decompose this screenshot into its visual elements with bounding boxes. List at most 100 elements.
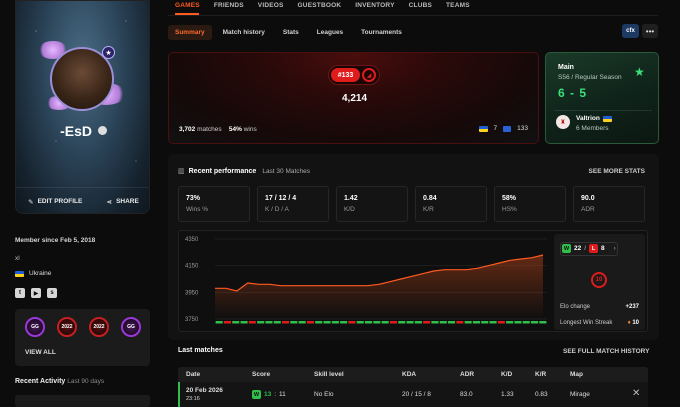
badge-gg-icon[interactable]: GG — [121, 317, 141, 337]
result-win-mark — [539, 321, 547, 324]
badge-2022-icon[interactable]: 2022 — [89, 317, 109, 337]
loss-icon: L — [589, 244, 599, 253]
nav-guestbook[interactable]: GUESTBOOK — [298, 2, 342, 9]
nav-clubs[interactable]: CLUBS — [409, 2, 432, 9]
team-score: 6 - 5 — [558, 86, 588, 100]
result-win-mark — [514, 321, 522, 324]
result-loss-mark — [389, 321, 397, 324]
result-win-mark — [481, 321, 489, 324]
result-win-mark — [290, 321, 298, 324]
result-loss-mark — [456, 321, 464, 324]
last-matches-title: Last matches — [178, 347, 223, 354]
skill-level-icon: ◢ — [362, 68, 376, 82]
column-kd: K/D — [501, 371, 513, 378]
youtube-icon[interactable]: ▶ — [31, 288, 41, 298]
ukraine-flag-icon — [15, 270, 24, 277]
result-win-mark — [340, 321, 348, 324]
elo-rank: #133 — [331, 68, 360, 82]
nav-teams[interactable]: TEAMS — [446, 2, 470, 9]
elo-change-label: Elo change — [560, 304, 591, 310]
elo-stats: 3,702 matches 54% wins — [179, 126, 257, 133]
column-adr: ADR — [460, 371, 475, 378]
result-loss-mark — [306, 321, 314, 324]
nav-inventory[interactable]: INVENTORY — [355, 2, 394, 9]
match-skill: No Elo — [314, 391, 334, 398]
tab-match-history[interactable]: Match history — [216, 25, 272, 40]
see-full-history-link[interactable]: SEE FULL MATCH HISTORY — [563, 348, 649, 355]
result-win-mark — [398, 321, 406, 324]
nickname-text: -EsD — [60, 123, 92, 139]
pencil-icon: ✎ — [28, 198, 34, 206]
result-win-mark — [232, 321, 240, 324]
streak-label: Longest Win Streak — [560, 320, 613, 326]
view-all-badges-link[interactable]: VIEW ALL — [25, 349, 56, 356]
win-icon: W — [252, 390, 261, 399]
stat-wins-pct: 73% Wins % — [178, 186, 250, 222]
nav-friends[interactable]: FRIENDS — [214, 2, 244, 9]
see-more-stats-link[interactable]: SEE MORE STATS — [589, 168, 645, 175]
nav-games[interactable]: GAMES — [175, 2, 200, 9]
result-win-mark — [464, 321, 472, 324]
nav-videos[interactable]: VIDEOS — [258, 2, 284, 9]
match-map: Mirage — [570, 391, 590, 398]
tab-stats[interactable]: Stats — [276, 25, 306, 40]
nav-divider — [168, 15, 658, 16]
result-loss-mark — [348, 321, 356, 324]
stat-kda: 17 / 12 / 4 K / D / A — [257, 186, 329, 222]
badge-2022-icon[interactable]: 2022 — [57, 317, 77, 337]
result-win-mark — [356, 321, 364, 324]
wins-count: 22 — [574, 245, 582, 252]
result-win-mark — [331, 321, 339, 324]
badge-gg-icon[interactable]: GG — [25, 317, 45, 337]
elo-rank-pill: #133 ◢ — [328, 65, 380, 85]
more-options-button[interactable]: ••• — [642, 24, 658, 38]
chart-summary: W 22 / L 8 › 10 Elo change +237 Longest … — [554, 234, 645, 330]
profile-card: ★ -EsD ✎ EDIT PROFILE ⋖ SHARE — [15, 0, 150, 214]
streak-value: ♦ 10 — [627, 320, 639, 326]
edit-profile-button[interactable]: ✎ EDIT PROFILE — [28, 198, 82, 206]
tab-tournaments[interactable]: Tournaments — [354, 25, 409, 40]
team-card[interactable]: Main S56 / Regular Season 6 - 5 ★ ♜ Valt… — [545, 52, 659, 144]
country-rank: 7 — [493, 125, 498, 132]
team-logo-icon: ♜ — [556, 115, 570, 129]
twitch-icon[interactable]: t — [15, 288, 25, 298]
team-card-divider — [554, 110, 652, 111]
verified-icon — [97, 126, 107, 135]
bar-chart-icon: ▥ — [178, 168, 185, 175]
win-icon: W — [562, 244, 571, 253]
result-win-mark — [373, 321, 381, 324]
result-win-mark — [257, 321, 265, 324]
recent-performance-title: ▥ Recent performance Last 30 Matches — [178, 167, 311, 176]
elo-chart-svg: 4350 4150 3950 3750 — [185, 237, 547, 324]
stat-hs: 58% HS% — [494, 186, 566, 222]
match-adr: 83.0 — [460, 391, 473, 398]
match-time: 23:16 — [186, 396, 200, 402]
close-icon[interactable]: ✕ — [632, 388, 640, 399]
column-score: Score — [252, 371, 271, 378]
tab-leagues[interactable]: Leagues — [310, 25, 350, 40]
chevron-right-icon[interactable]: › — [614, 245, 616, 252]
column-skill: Skill level — [314, 371, 344, 378]
tab-summary[interactable]: Summary — [168, 25, 212, 40]
y-tick-label: 3950 — [185, 290, 199, 296]
elo-ranks: 7 133 — [478, 125, 528, 132]
steam-icon[interactable]: s — [47, 288, 57, 298]
result-win-mark — [315, 321, 323, 324]
game-logo[interactable]: cfx — [622, 24, 639, 38]
result-win-mark — [439, 321, 447, 324]
column-date: Date — [186, 371, 201, 378]
result-win-mark — [381, 321, 389, 324]
result-win-mark — [472, 321, 480, 324]
elo-value: 4,214 — [341, 93, 368, 104]
result-win-mark — [298, 321, 306, 324]
ukraine-flag-icon — [478, 125, 488, 132]
profile-bio: xl — [15, 255, 20, 262]
share-icon: ⋖ — [106, 198, 113, 206]
result-win-mark — [323, 321, 331, 324]
team-members: 6 Members — [576, 125, 609, 132]
share-button[interactable]: ⋖ SHARE — [107, 198, 139, 206]
stat-adr: 90.0 ADR — [573, 186, 645, 222]
result-loss-mark — [282, 321, 290, 324]
recent-activity-panel — [15, 395, 150, 407]
table-row[interactable]: 20 Feb 2026 23:16 W 13 : 11 No Elo 20 / … — [178, 382, 648, 407]
